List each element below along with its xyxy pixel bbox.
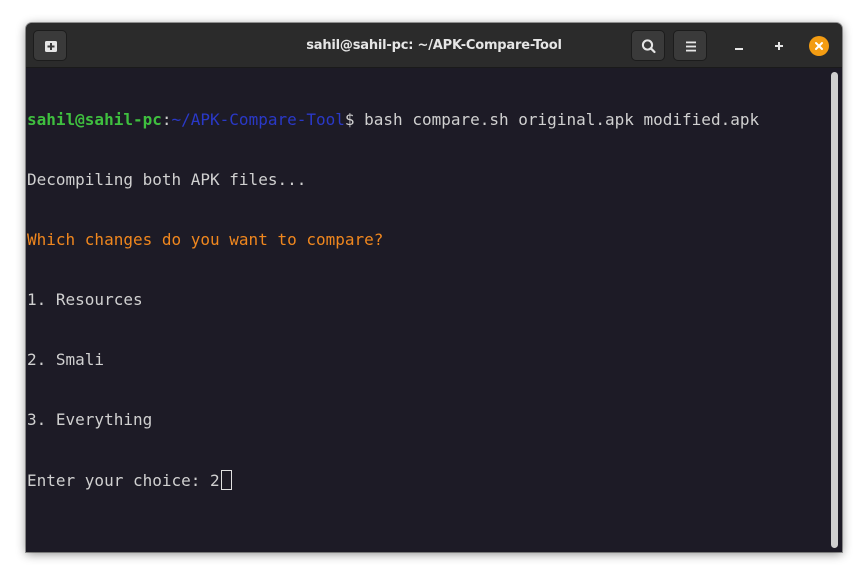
hamburger-menu-icon <box>686 41 696 52</box>
command-line: sahil@sahil-pc:~/APK-Compare-Tool$ bash … <box>27 110 826 130</box>
text-cursor <box>220 470 232 490</box>
new-tab-icon <box>45 41 57 52</box>
question-line: Which changes do you want to compare? <box>27 230 384 249</box>
minimize-icon <box>735 48 743 50</box>
prompt-colon: : <box>161 110 172 129</box>
terminal-window: sahil@sahil-pc: ~/APK-Compare-Tool sahil… <box>26 23 842 552</box>
minimize-button[interactable] <box>727 34 751 58</box>
close-icon <box>815 42 823 50</box>
prompt-symbol: $ <box>344 110 365 129</box>
maximize-button[interactable] <box>767 34 791 58</box>
title-bar: sahil@sahil-pc: ~/APK-Compare-Tool <box>26 23 842 68</box>
terminal-output[interactable]: sahil@sahil-pc:~/APK-Compare-Tool$ bash … <box>26 68 826 552</box>
close-button[interactable] <box>807 34 831 58</box>
input-line[interactable]: Enter your choice: 2 <box>27 470 826 490</box>
menu-button[interactable] <box>673 30 707 61</box>
option-line: 2. Smali <box>27 350 105 369</box>
window-title: sahil@sahil-pc: ~/APK-Compare-Tool <box>306 38 562 53</box>
prompt-path: ~/APK-Compare-Tool <box>171 110 345 129</box>
prompt-user: sahil@sahil-pc <box>27 110 162 129</box>
search-button[interactable] <box>631 30 665 61</box>
option-line: 1. Resources <box>27 290 143 309</box>
command-text: bash compare.sh original.apk modified.ap… <box>364 110 760 129</box>
scrollbar-thumb[interactable] <box>831 72 838 548</box>
search-icon <box>641 39 656 54</box>
option-line: 3. Everything <box>27 410 153 429</box>
maximize-icon <box>775 42 783 50</box>
input-value[interactable]: 2 <box>210 471 220 490</box>
output-line: Decompiling both APK files... <box>27 170 307 189</box>
input-prompt: Enter your choice: <box>27 471 211 490</box>
scrollbar[interactable] <box>828 70 840 550</box>
new-tab-button[interactable] <box>33 30 67 61</box>
